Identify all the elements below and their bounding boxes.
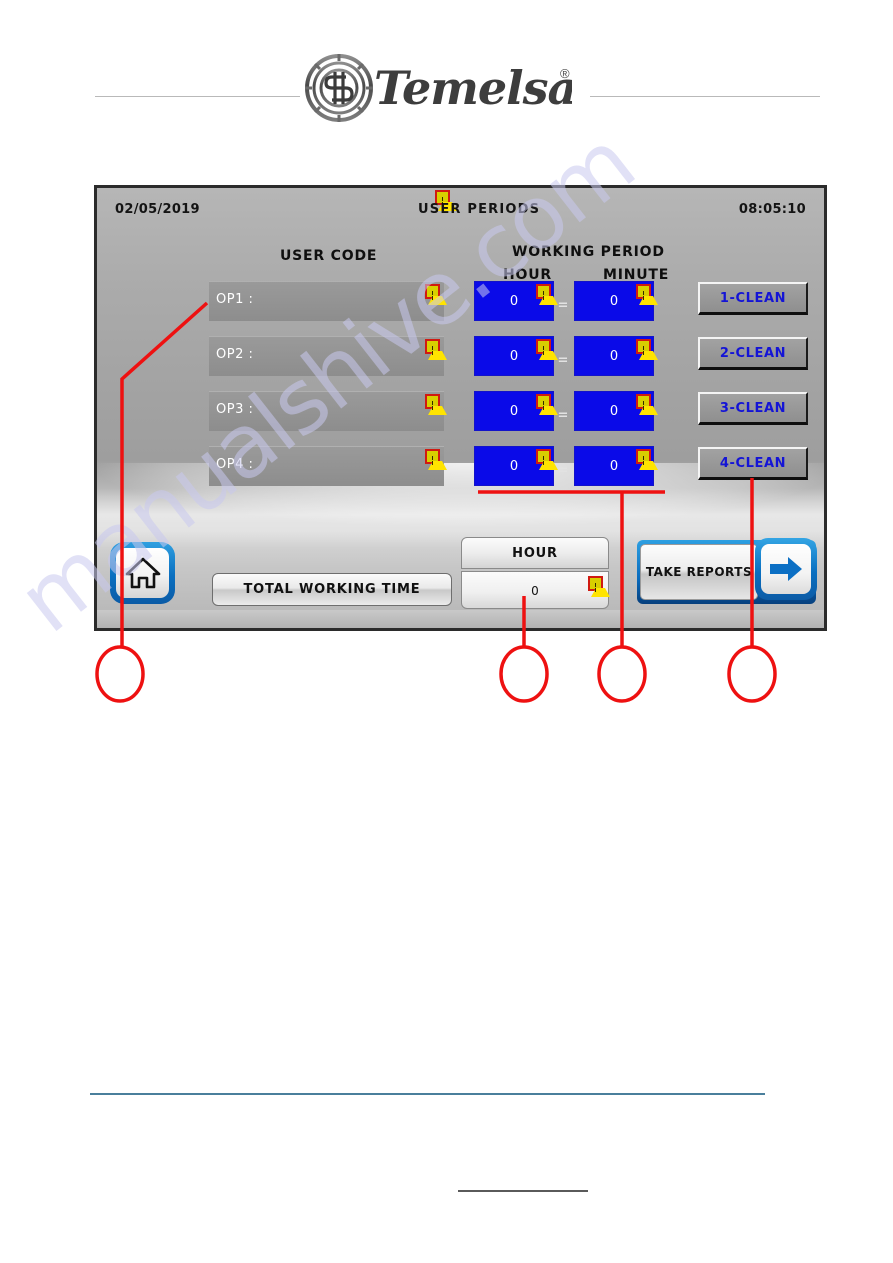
hour-field[interactable]: 0 <box>474 391 558 431</box>
warning-triangle-icon <box>636 284 658 305</box>
registered-mark: ® <box>560 66 570 81</box>
equals-separator: = <box>557 298 569 313</box>
warning-triangle-icon <box>536 339 558 360</box>
total-working-time-button[interactable]: TOTAL WORKING TIME <box>212 573 452 606</box>
user-code-field[interactable]: OP2 : <box>209 336 447 376</box>
home-button[interactable] <box>110 542 175 604</box>
footer-divider-small <box>458 1190 588 1192</box>
warning-triangle-icon <box>636 339 658 360</box>
user-code-label: OP4 : <box>216 457 254 472</box>
warning-triangle-icon <box>636 449 658 470</box>
page-title: USER PERIODS <box>418 202 541 217</box>
user-period-row: OP3 : 0 = 0 3-CLEAN <box>97 391 824 431</box>
home-icon <box>125 557 160 589</box>
temelsan-gear-emblem-icon <box>305 54 373 122</box>
user-code-label: OP1 : <box>216 292 254 307</box>
warning-triangle-icon <box>636 394 658 415</box>
next-page-button[interactable] <box>755 538 817 600</box>
hour-field[interactable]: 0 <box>474 281 558 321</box>
user-code-field[interactable]: OP3 : <box>209 391 447 431</box>
callout-marker-1 <box>95 645 145 703</box>
hmi-screen-panel: 02/05/2019 USER PERIODS 08:05:10 USER CO… <box>94 185 827 631</box>
total-hour-value: 0 <box>531 584 539 598</box>
total-hour-label: HOUR <box>461 537 609 569</box>
warning-triangle-icon <box>536 394 558 415</box>
callout-marker-2 <box>499 645 549 703</box>
take-reports-button[interactable]: TAKE REPORTS <box>640 544 758 600</box>
minute-field[interactable]: 0 <box>574 446 658 486</box>
status-date: 02/05/2019 <box>115 202 200 217</box>
user-code-field[interactable]: OP1 : <box>209 281 447 321</box>
home-button-face <box>116 548 169 598</box>
column-header-user-code: USER CODE <box>280 248 378 264</box>
user-code-label: OP3 : <box>216 402 254 417</box>
minute-field[interactable]: 0 <box>574 336 658 376</box>
brand-wordmark: Temelsan <box>374 61 572 115</box>
warning-triangle-icon <box>425 284 447 305</box>
clean-button-2[interactable]: 2-CLEAN <box>698 337 808 370</box>
svg-text:Temelsan: Temelsan <box>374 61 572 115</box>
next-page-button-face <box>761 544 811 594</box>
hour-field[interactable]: 0 <box>474 336 558 376</box>
screen-bottom-band <box>97 610 824 628</box>
clean-button-1[interactable]: 1-CLEAN <box>698 282 808 315</box>
warning-triangle-icon <box>536 449 558 470</box>
warning-triangle-icon <box>425 394 447 415</box>
total-hour-value-field[interactable]: 0 <box>461 571 610 609</box>
column-header-working-period: WORKING PERIOD <box>512 244 665 260</box>
header-divider-left <box>95 96 300 97</box>
user-period-row: OP4 : 0 = 0 4-CLEAN <box>97 446 824 486</box>
footer-divider <box>90 1093 765 1095</box>
user-period-row: OP1 : 0 = 0 1-CLEAN <box>97 281 824 321</box>
user-period-row: OP2 : 0 = 0 2-CLEAN <box>97 336 824 376</box>
clean-button-3[interactable]: 3-CLEAN <box>698 392 808 425</box>
warning-triangle-icon <box>425 449 447 470</box>
minute-field[interactable]: 0 <box>574 391 658 431</box>
equals-separator: = <box>557 353 569 368</box>
status-time: 08:05:10 <box>738 202 806 217</box>
hour-field[interactable]: 0 <box>474 446 558 486</box>
warning-triangle-icon <box>425 339 447 360</box>
user-code-field[interactable]: OP4 : <box>209 446 447 486</box>
callout-marker-4 <box>727 645 777 703</box>
total-hour-panel: HOUR 0 <box>461 537 610 609</box>
header-divider-right <box>590 96 820 97</box>
page-header: Temelsan ® <box>0 0 893 150</box>
clean-button-4[interactable]: 4-CLEAN <box>698 447 808 480</box>
equals-separator: = <box>557 463 569 478</box>
equals-separator: = <box>557 408 569 423</box>
callout-marker-3 <box>597 645 647 703</box>
warning-triangle-icon <box>536 284 558 305</box>
minute-field[interactable]: 0 <box>574 281 658 321</box>
reports-control-group: TAKE REPORTS <box>637 538 817 604</box>
arrow-right-icon <box>770 557 802 581</box>
user-code-label: OP2 : <box>216 347 254 362</box>
brand-logo: Temelsan ® <box>302 50 592 125</box>
warning-triangle-icon <box>588 576 610 597</box>
